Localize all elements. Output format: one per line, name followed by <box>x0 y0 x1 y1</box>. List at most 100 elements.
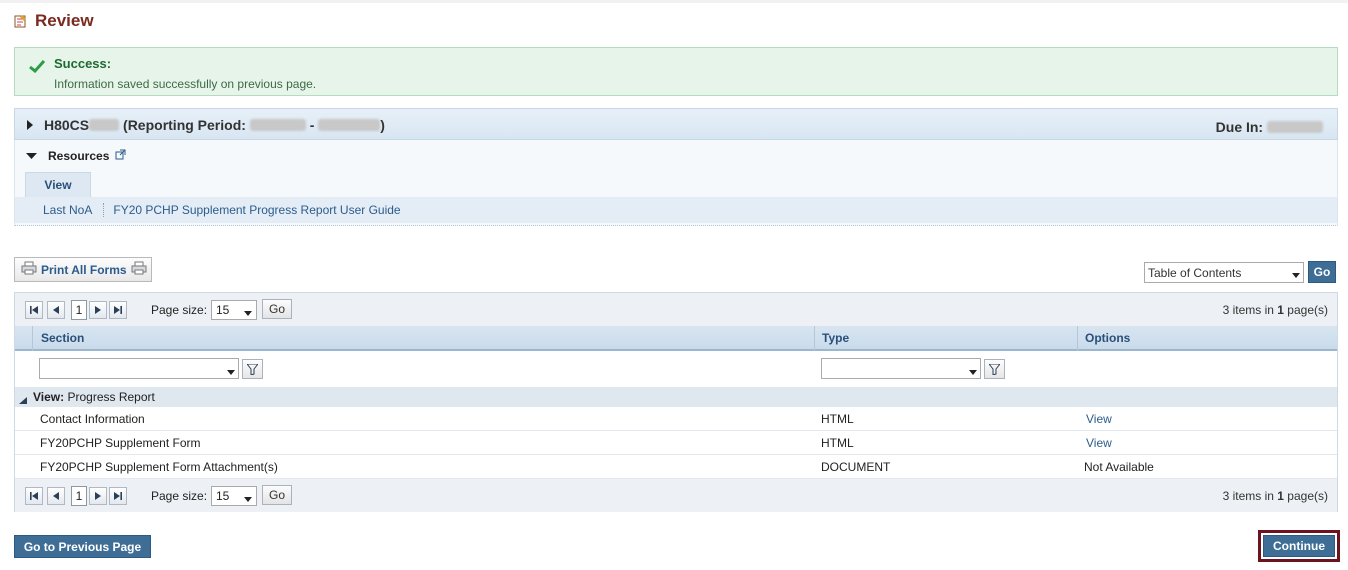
tab-view[interactable]: View <box>25 172 91 197</box>
redacted-block <box>89 119 120 131</box>
forms-grid: 1 Page size: 15 Go 3 items in 1 page(s) … <box>14 292 1338 512</box>
section-cell: FY20PCHP Supplement Form Attachment(s) <box>40 460 278 474</box>
period-separator: - <box>309 117 315 133</box>
type-cell: DOCUMENT <box>821 460 891 474</box>
section-filter-select[interactable] <box>39 358 239 379</box>
grant-header[interactable]: H80CS (Reporting Period: - ) Due In: <box>14 108 1338 140</box>
success-alert: Success: Information saved successfully … <box>14 47 1338 96</box>
group-row[interactable]: View: Progress Report <box>15 387 1337 407</box>
type-cell: HTML <box>821 412 854 426</box>
items-info: 3 items in 1 page(s) <box>1223 489 1328 503</box>
resource-links: Last NoA FY20 PCHP Supplement Progress R… <box>15 197 1337 223</box>
page-size-label: Page size: <box>151 489 208 503</box>
period-close: ) <box>380 117 385 133</box>
top-divider <box>0 0 1348 3</box>
last-page-icon[interactable] <box>109 301 127 319</box>
resources-panel: Resources View Last NoA FY20 PCHP Supple… <box>14 140 1338 226</box>
first-page-icon[interactable] <box>25 301 43 319</box>
column-divider <box>814 326 815 351</box>
reporting-period-label: (Reporting Period: <box>123 117 246 133</box>
collapse-triangle-icon[interactable] <box>26 149 37 163</box>
grant-title: H80CS (Reporting Period: - ) <box>44 117 385 133</box>
due-in: Due In: <box>1216 119 1323 135</box>
due-in-label: Due In: <box>1215 119 1264 135</box>
page-size-value: 15 <box>216 489 230 503</box>
page-title: Review <box>35 11 94 30</box>
resources-label: Resources <box>48 149 110 163</box>
group-label: View: Progress Report <box>33 390 155 404</box>
column-header-type[interactable]: Type <box>822 331 849 345</box>
printer-icon <box>21 261 37 278</box>
items-info-suffix: page(s) <box>1283 303 1328 317</box>
table-row: Contact Information HTML View <box>15 407 1337 431</box>
pager-top: 1 Page size: 15 Go 3 items in 1 page(s) <box>15 293 1337 326</box>
resources-header[interactable]: Resources <box>26 149 126 163</box>
view-link[interactable]: View <box>1086 436 1112 450</box>
page-size-value: 15 <box>216 303 230 317</box>
next-page-icon[interactable] <box>89 487 107 505</box>
link-separator <box>103 203 105 217</box>
redacted-block <box>1267 121 1323 133</box>
chevron-down-icon <box>244 492 252 506</box>
prev-page-icon[interactable] <box>47 487 65 505</box>
items-info: 3 items in 1 page(s) <box>1223 303 1328 317</box>
section-cell: Contact Information <box>40 412 145 426</box>
column-divider <box>32 326 33 351</box>
redacted-block <box>318 119 381 131</box>
options-cell: Not Available <box>1084 460 1154 474</box>
success-title: Success: <box>54 56 112 71</box>
table-row: FY20PCHP Supplement Form Attachment(s) D… <box>15 455 1337 479</box>
section-cell: FY20PCHP Supplement Form <box>40 436 201 450</box>
first-page-icon[interactable] <box>25 487 43 505</box>
current-page[interactable]: 1 <box>71 486 87 506</box>
chevron-down-icon <box>969 365 977 379</box>
user-guide-link[interactable]: FY20 PCHP Supplement Progress Report Use… <box>113 203 400 217</box>
column-header-options: Options <box>1085 331 1131 345</box>
pager-bottom: 1 Page size: 15 Go 3 items in 1 page(s) <box>15 479 1337 512</box>
grid-header: Section Type Options <box>15 326 1337 351</box>
page-size-select[interactable]: 15 <box>211 486 257 506</box>
last-noa-link[interactable]: Last NoA <box>43 203 92 217</box>
group-name: Progress Report <box>67 390 155 404</box>
table-row: FY20PCHP Supplement Form HTML View <box>15 431 1337 455</box>
last-page-icon[interactable] <box>109 487 127 505</box>
check-icon <box>29 59 46 76</box>
print-all-forms-button[interactable]: Print All Forms <box>14 257 152 282</box>
page-size-go-button[interactable]: Go <box>262 485 292 505</box>
items-info-pages: 1 <box>1277 489 1284 503</box>
view-link[interactable]: View <box>1086 412 1112 426</box>
filter-row <box>15 351 1337 387</box>
expand-triangle-icon[interactable] <box>26 119 34 134</box>
chevron-down-icon <box>244 306 252 320</box>
prev-page-icon[interactable] <box>47 301 65 319</box>
type-cell: HTML <box>821 436 854 450</box>
items-info-pages: 1 <box>1277 303 1284 317</box>
review-edit-icon <box>14 14 27 28</box>
chevron-down-icon <box>227 365 235 379</box>
page-size-label: Page size: <box>151 303 208 317</box>
collapse-triangle-icon[interactable] <box>19 393 27 407</box>
chevron-down-icon <box>1292 268 1300 282</box>
type-filter-select[interactable] <box>821 358 981 379</box>
redacted-block <box>249 119 306 131</box>
go-to-previous-page-button[interactable]: Go to Previous Page <box>14 535 151 558</box>
table-of-contents-select[interactable]: Table of Contents <box>1144 262 1304 283</box>
next-page-icon[interactable] <box>89 301 107 319</box>
continue-button[interactable]: Continue <box>1263 535 1335 557</box>
items-info-suffix: page(s) <box>1283 489 1328 503</box>
page-size-select[interactable]: 15 <box>211 300 257 320</box>
printer-icon <box>131 261 147 278</box>
items-info-prefix: 3 items in <box>1222 489 1278 503</box>
page-header: Review <box>14 10 94 32</box>
success-message: Information saved successfully on previo… <box>54 77 317 91</box>
group-prefix: View: <box>33 390 65 404</box>
column-header-section[interactable]: Section <box>41 331 84 345</box>
filter-icon[interactable] <box>984 359 1005 379</box>
toc-go-button[interactable]: Go <box>1308 261 1336 283</box>
items-info-prefix: 3 items in <box>1222 303 1278 317</box>
current-page[interactable]: 1 <box>71 300 87 320</box>
filter-icon[interactable] <box>242 359 263 379</box>
external-link-icon[interactable] <box>115 149 126 163</box>
print-all-label: Print All Forms <box>41 262 127 277</box>
page-size-go-button[interactable]: Go <box>262 299 292 319</box>
